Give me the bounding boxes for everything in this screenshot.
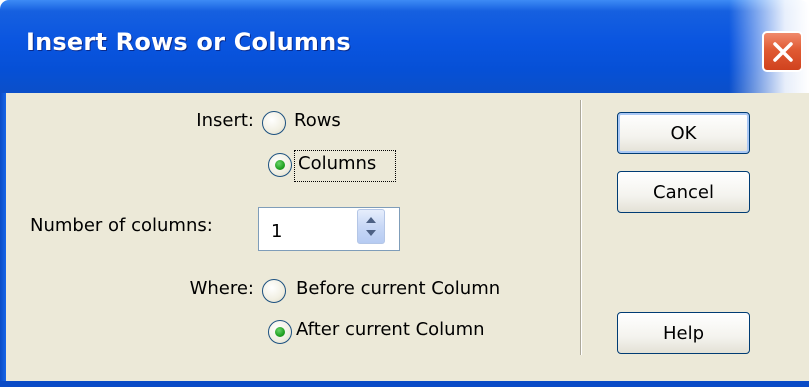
help-button-label: Help xyxy=(662,322,705,344)
vertical-separator xyxy=(580,100,581,355)
ok-button-label: OK xyxy=(670,122,697,144)
radio-after-current-column-label[interactable]: After current Column xyxy=(296,319,485,340)
number-spinner[interactable] xyxy=(357,209,385,244)
radio-after-current-column[interactable] xyxy=(268,320,292,344)
close-x-icon xyxy=(773,42,793,62)
help-button[interactable]: Help xyxy=(617,312,750,354)
number-of-columns-value: 1 xyxy=(271,221,283,242)
cancel-button[interactable]: Cancel xyxy=(617,171,750,213)
radio-rows[interactable] xyxy=(262,111,286,135)
ok-button[interactable]: OK xyxy=(617,112,750,154)
insert-label: Insert: xyxy=(196,110,254,131)
dialog-window: Insert Rows or Columns Insert: Rows Colu… xyxy=(0,0,809,387)
spinner-arrows-icon xyxy=(366,217,376,236)
radio-columns-label[interactable]: Columns xyxy=(298,153,376,174)
radio-before-current-column[interactable] xyxy=(262,279,286,303)
radio-before-current-column-label[interactable]: Before current Column xyxy=(296,278,500,299)
radio-columns[interactable] xyxy=(268,153,292,177)
radio-rows-label[interactable]: Rows xyxy=(294,110,341,131)
title-bar[interactable]: Insert Rows or Columns xyxy=(0,0,809,93)
dialog-title: Insert Rows or Columns xyxy=(26,28,351,56)
where-label: Where: xyxy=(189,278,254,299)
number-of-columns-label: Number of columns: xyxy=(30,215,213,236)
close-button[interactable] xyxy=(762,31,803,72)
window-frame-bottom xyxy=(0,381,809,387)
cancel-button-label: Cancel xyxy=(653,181,714,203)
window-frame-left xyxy=(0,93,6,387)
